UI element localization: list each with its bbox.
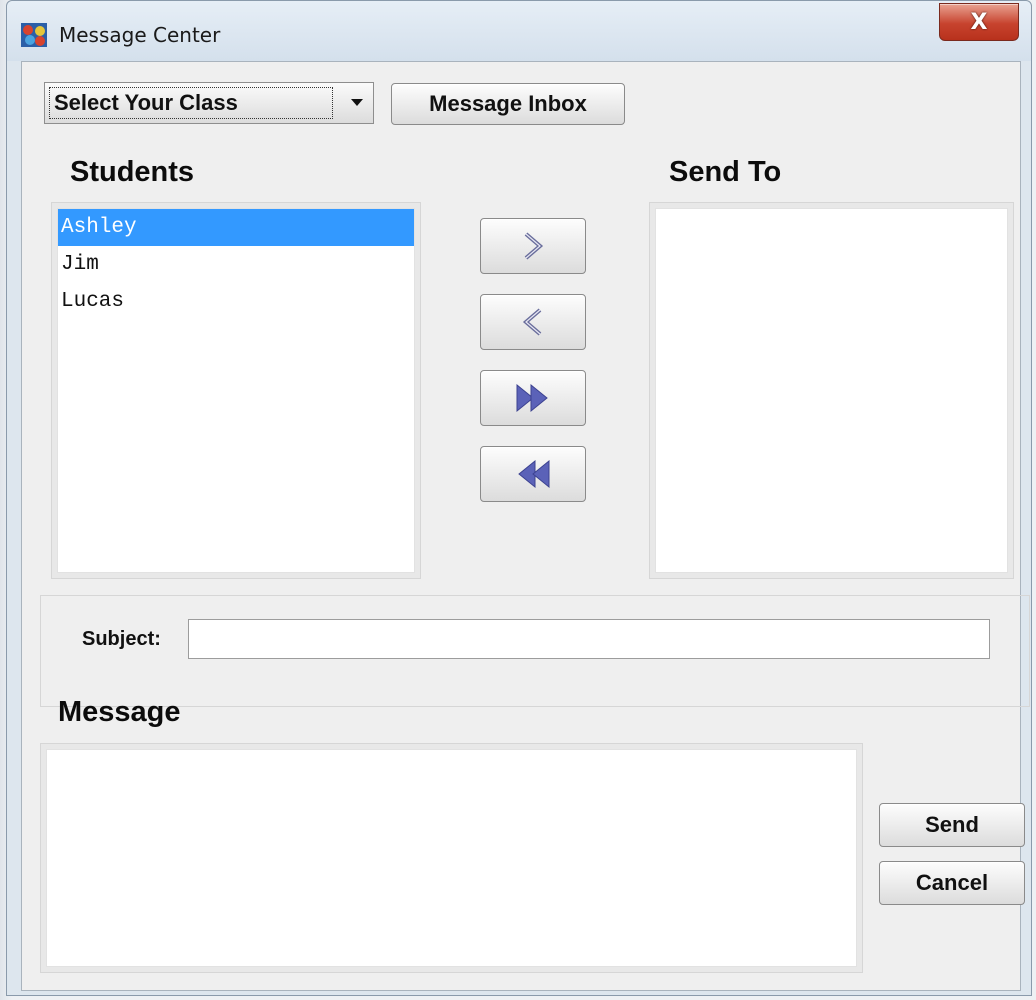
send-to-list[interactable] [655, 208, 1008, 573]
class-select-value: Select Your Class [49, 87, 333, 119]
list-item[interactable]: Ashley [58, 209, 414, 246]
chevron-right-icon [524, 232, 544, 260]
chevron-down-icon [351, 99, 363, 106]
cancel-button[interactable]: Cancel [879, 861, 1025, 905]
students-list-frame: Ashley Jim Lucas [51, 202, 421, 579]
students-heading: Students [70, 156, 195, 188]
close-button[interactable]: X [939, 3, 1019, 41]
close-icon: X [970, 9, 988, 35]
window-title: Message Center [59, 23, 221, 47]
app-icon [21, 23, 47, 47]
remove-selected-button[interactable] [480, 294, 586, 350]
send-to-heading: Send To [669, 156, 782, 188]
remove-all-button[interactable] [480, 446, 586, 502]
send-to-list-frame [649, 202, 1014, 579]
double-chevron-right-icon [516, 383, 548, 413]
message-inbox-button[interactable]: Message Inbox [391, 83, 625, 125]
chevron-left-icon [522, 308, 542, 336]
students-list[interactable]: Ashley Jim Lucas [57, 208, 415, 573]
class-select[interactable]: Select Your Class [44, 82, 374, 124]
list-item[interactable]: Jim [58, 246, 414, 283]
message-center-window: Message Center X Select Your Class Messa… [6, 0, 1032, 996]
message-frame [40, 743, 863, 973]
list-item[interactable]: Lucas [58, 283, 414, 320]
message-textarea[interactable] [46, 749, 857, 967]
subject-input[interactable] [188, 619, 990, 659]
dialog-body: Select Your Class Message Inbox Students… [21, 61, 1030, 991]
send-button[interactable]: Send [879, 803, 1025, 847]
title-bar[interactable]: Message Center X [7, 1, 1031, 61]
add-selected-button[interactable] [480, 218, 586, 274]
message-heading: Message [58, 696, 181, 728]
subject-label: Subject: [82, 628, 161, 650]
add-all-button[interactable] [480, 370, 586, 426]
double-chevron-left-icon [518, 459, 550, 489]
